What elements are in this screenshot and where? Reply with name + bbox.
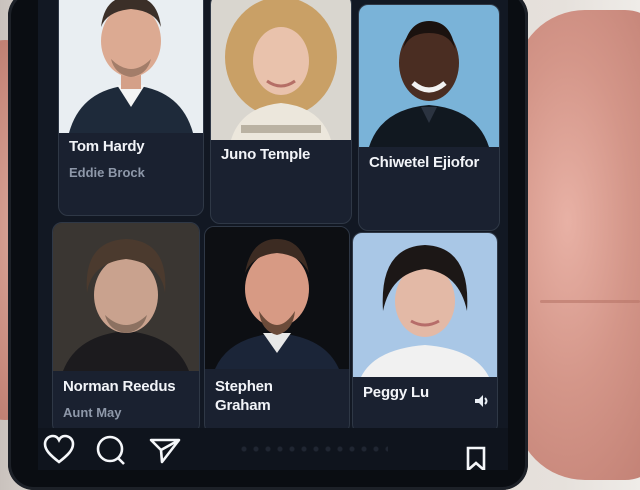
cast-card[interactable]: Stephen Graham [204,226,350,434]
cast-name: Norman Reedus [63,378,176,395]
actor-photo [211,0,351,140]
bookmark-icon[interactable] [464,446,488,470]
cast-card[interactable]: Juno Temple [210,0,352,224]
app-screen: Tom Hardy Eddie Brock Juno Temple Chiwet… [38,0,508,470]
right-hand [515,10,640,480]
cast-name: Tom Hardy [69,138,145,155]
cast-name: Peggy Lu [363,384,429,401]
actor-photo [353,233,497,377]
actor-photo [359,5,499,147]
actor-photo [205,227,349,369]
cast-card[interactable]: Peggy Lu [352,232,498,434]
speaker-icon[interactable] [473,393,491,409]
heart-icon[interactable] [42,434,76,464]
cast-card[interactable]: Norman Reedus Aunt May [52,222,200,434]
comment-icon[interactable] [94,434,128,466]
cast-card[interactable]: Tom Hardy Eddie Brock [58,0,204,216]
actor-photo [59,0,203,133]
send-icon[interactable] [148,436,182,466]
finger-crease [540,300,640,303]
cast-name: Juno Temple [221,146,311,163]
cast-role: Eddie Brock [69,165,145,180]
cast-card[interactable]: Chiwetel Ejiofor [358,4,500,231]
actor-photo [53,223,199,371]
phone: Tom Hardy Eddie Brock Juno Temple Chiwet… [8,0,528,490]
cast-role: Aunt May [63,405,122,420]
cast-name: Chiwetel Ejiofor [369,154,480,171]
pager-dots [238,445,388,453]
cast-name: Stephen Graham [215,378,273,414]
